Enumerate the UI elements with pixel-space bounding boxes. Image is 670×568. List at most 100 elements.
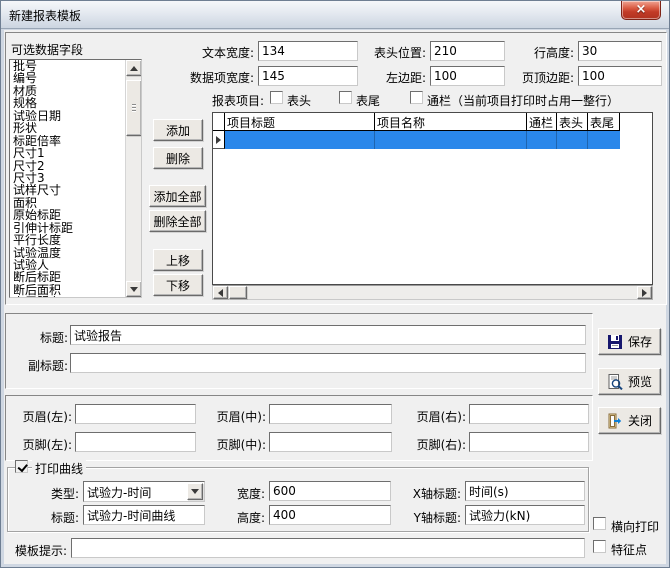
grid-cell[interactable] xyxy=(225,131,375,149)
print-curve-checkbox[interactable] xyxy=(15,460,28,473)
close-button[interactable]: × xyxy=(621,1,661,20)
field-list-item[interactable]: 尺寸1 xyxy=(11,147,125,159)
top-margin-input[interactable] xyxy=(578,66,662,86)
grid-column-header[interactable]: 项目标题 xyxy=(225,113,375,131)
available-fields-list[interactable]: 批号编号材质规格试验日期形状标距倍率尺寸1尺寸2尺寸3试样尺寸面积原始标距引伸计… xyxy=(9,59,142,298)
curve-width-input[interactable] xyxy=(269,481,391,501)
grid-cell[interactable] xyxy=(527,131,557,149)
preview-button[interactable]: 预览 xyxy=(598,368,661,395)
field-list-item[interactable]: 上屈服力 xyxy=(11,296,125,297)
title-panel: 标题: 副标题: xyxy=(5,313,593,389)
field-list-item[interactable]: 断后面积 xyxy=(11,284,125,296)
field-list-item[interactable]: 原始标距 xyxy=(11,209,125,221)
field-list-item[interactable]: 尺寸3 xyxy=(11,172,125,184)
curve-xaxis-input[interactable] xyxy=(465,481,585,501)
field-list-item[interactable]: 形状 xyxy=(11,122,125,134)
grid-column-header[interactable]: 表尾 xyxy=(588,113,620,131)
move-down-button[interactable]: 下移 xyxy=(153,274,203,296)
template-hint-input[interactable] xyxy=(71,538,585,558)
curve-title-input[interactable] xyxy=(83,505,205,525)
field-list-item[interactable]: 试样尺寸 xyxy=(11,184,125,196)
field-list-item[interactable]: 面积 xyxy=(11,197,125,209)
grid-column-header[interactable]: 项目名称 xyxy=(375,113,527,131)
header-right-input[interactable] xyxy=(469,404,589,424)
scroll-right-button[interactable] xyxy=(637,286,652,299)
footer-left-input[interactable] xyxy=(75,432,196,452)
grid-cell[interactable] xyxy=(588,131,620,149)
field-list-item[interactable]: 平行长度 xyxy=(11,234,125,246)
scroll-up-button[interactable] xyxy=(126,60,142,76)
row-height-label: 行高度: xyxy=(502,44,574,61)
close-dialog-button-label: 关闭 xyxy=(628,412,652,429)
grid-selected-row[interactable] xyxy=(213,131,652,149)
grid-column-header[interactable]: 表头 xyxy=(557,113,588,131)
field-list-item[interactable]: 引伸计标距 xyxy=(11,222,125,234)
preview-button-label: 预览 xyxy=(628,373,652,390)
grid-hscrollbar[interactable] xyxy=(212,285,653,300)
grid-cell[interactable] xyxy=(375,131,527,149)
close-dialog-button[interactable]: 关闭 xyxy=(598,407,661,434)
print-curve-group-label: 打印曲线 xyxy=(32,460,86,477)
report-title-input[interactable] xyxy=(70,325,586,345)
field-list-item[interactable]: 编号 xyxy=(11,72,125,84)
chevron-down-icon xyxy=(191,489,199,494)
field-list-item[interactable]: 试验人 xyxy=(11,259,125,271)
header-center-input[interactable] xyxy=(269,404,392,424)
curve-type-dropdown[interactable]: 试验力-时间 xyxy=(83,481,205,502)
curve-type-label: 类型: xyxy=(31,485,79,502)
remove-all-button[interactable]: 删除全部 xyxy=(149,210,206,232)
title-bar[interactable]: 新建报表模板 × xyxy=(1,1,669,29)
curve-yaxis-input[interactable] xyxy=(465,505,585,525)
fields-list-vscrollbar[interactable] xyxy=(125,60,141,297)
save-button[interactable]: 保存 xyxy=(598,328,661,355)
field-list-item[interactable]: 材质 xyxy=(11,85,125,97)
grid-indicator-header[interactable] xyxy=(213,113,225,131)
report-items-grid[interactable]: 项目标题项目名称通栏表头表尾 xyxy=(212,112,653,285)
field-list-item[interactable]: 试验温度 xyxy=(11,247,125,259)
header-left-input[interactable] xyxy=(75,404,196,424)
hscroll-thumb[interactable] xyxy=(229,286,247,299)
table-header-checkbox-label: 表头 xyxy=(287,92,311,109)
field-list-item[interactable]: 断后标距 xyxy=(11,271,125,283)
footer-right-input[interactable] xyxy=(469,432,589,452)
feature-points-label: 特征点 xyxy=(611,541,647,558)
field-list-item[interactable]: 标距倍率 xyxy=(11,135,125,147)
report-subtitle-input[interactable] xyxy=(70,353,586,373)
field-list-item[interactable]: 试验日期 xyxy=(11,110,125,122)
curve-title-label: 标题: xyxy=(31,509,79,526)
report-title-label: 标题: xyxy=(20,329,68,346)
grid-cell[interactable] xyxy=(557,131,588,149)
move-up-button[interactable]: 上移 xyxy=(153,249,203,271)
feature-points-checkbox[interactable] xyxy=(593,540,606,553)
table-footer-checkbox-label: 表尾 xyxy=(356,92,380,109)
field-list-item[interactable]: 规格 xyxy=(11,97,125,109)
grid-column-header[interactable]: 通栏 xyxy=(527,113,557,131)
curve-height-input[interactable] xyxy=(269,505,391,525)
arrow-right-icon xyxy=(642,289,647,297)
scroll-down-button[interactable] xyxy=(126,281,142,297)
left-margin-input[interactable] xyxy=(430,66,505,86)
dropdown-arrow-button[interactable] xyxy=(187,483,203,500)
scroll-left-button[interactable] xyxy=(213,286,228,299)
field-list-item[interactable]: 批号 xyxy=(11,60,125,72)
left-margin-label: 左边距: xyxy=(342,69,426,86)
add-button[interactable]: 添加 xyxy=(153,119,203,141)
header-footer-panel: 页眉(左): 页眉(中): 页眉(右): 页脚(左): 页脚(中): 页脚(右)… xyxy=(5,395,593,461)
header-right-label: 页眉(右): xyxy=(404,408,466,425)
scroll-thumb[interactable] xyxy=(126,80,142,136)
field-list-item[interactable]: 尺寸2 xyxy=(11,160,125,172)
table-header-checkbox[interactable] xyxy=(270,91,283,104)
table-footer-checkbox[interactable] xyxy=(339,91,352,104)
landscape-print-checkbox[interactable] xyxy=(593,517,606,530)
curve-type-value: 试验力-时间 xyxy=(87,484,184,501)
full-row-checkbox[interactable] xyxy=(410,91,423,104)
footer-center-input[interactable] xyxy=(269,432,392,452)
footer-right-label: 页脚(右): xyxy=(404,436,466,453)
header-pos-input[interactable] xyxy=(430,41,505,61)
save-button-label: 保存 xyxy=(628,333,652,350)
row-height-input[interactable] xyxy=(578,41,662,61)
arrow-up-icon xyxy=(130,66,138,71)
remove-button[interactable]: 删除 xyxy=(153,147,203,169)
add-all-button[interactable]: 添加全部 xyxy=(149,185,206,207)
exit-door-icon xyxy=(607,413,623,429)
